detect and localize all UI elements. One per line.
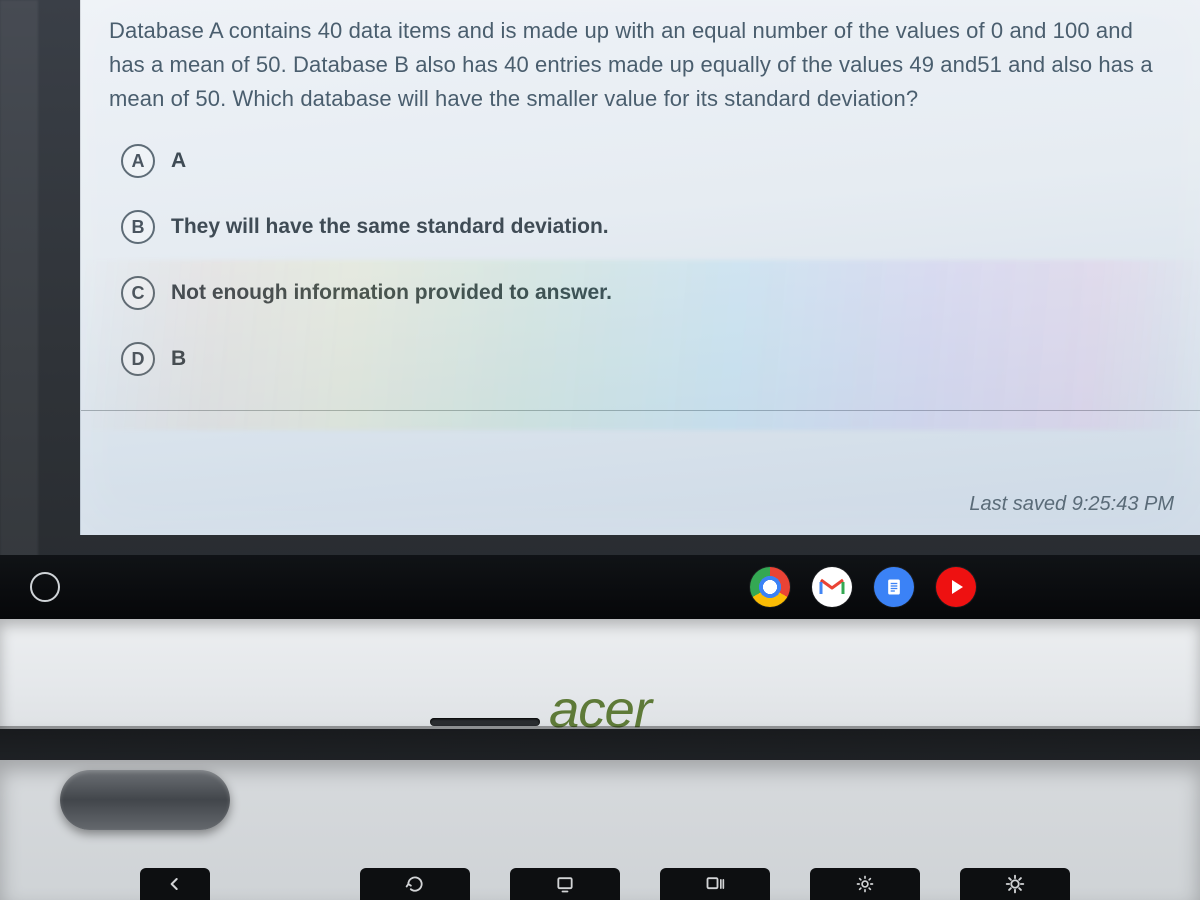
key-row	[0, 868, 1200, 900]
launcher-icon[interactable]	[30, 572, 60, 602]
option-letter: C	[121, 276, 155, 310]
option-text: B	[171, 347, 186, 371]
key-fullscreen[interactable]	[510, 868, 620, 900]
latch-slit	[430, 718, 540, 726]
option-letter: D	[121, 342, 155, 376]
key-overview[interactable]	[660, 868, 770, 900]
quiz-screen: Database A contains 40 data items and is…	[80, 0, 1200, 535]
option-d[interactable]: D B	[121, 342, 1172, 376]
key-brightness-up[interactable]	[960, 868, 1070, 900]
question-text: Database A contains 40 data items and is…	[81, 0, 1200, 116]
option-letter: A	[121, 144, 155, 178]
options-list: A A B They will have the same standard d…	[81, 116, 1200, 376]
option-text: Not enough information provided to answe…	[171, 281, 612, 305]
divider	[81, 410, 1200, 411]
gmail-icon[interactable]	[812, 567, 852, 607]
key-refresh[interactable]	[360, 868, 470, 900]
option-c[interactable]: C Not enough information provided to ans…	[121, 276, 1172, 310]
key-back[interactable]	[140, 868, 210, 900]
sidebar-strip	[0, 0, 38, 560]
last-saved-label: Last saved 9:25:43 PM	[969, 493, 1174, 516]
docs-icon[interactable]	[874, 567, 914, 607]
chromeos-shelf	[0, 555, 1200, 619]
chrome-icon[interactable]	[750, 567, 790, 607]
option-letter: B	[121, 210, 155, 244]
key-brightness-down[interactable]	[810, 868, 920, 900]
option-text: A	[171, 149, 186, 173]
hinge-barrel	[60, 770, 230, 830]
option-text: They will have the same standard deviati…	[171, 215, 609, 239]
option-b[interactable]: B They will have the same standard devia…	[121, 210, 1172, 244]
youtube-icon[interactable]	[936, 567, 976, 607]
option-a[interactable]: A A	[121, 144, 1172, 178]
